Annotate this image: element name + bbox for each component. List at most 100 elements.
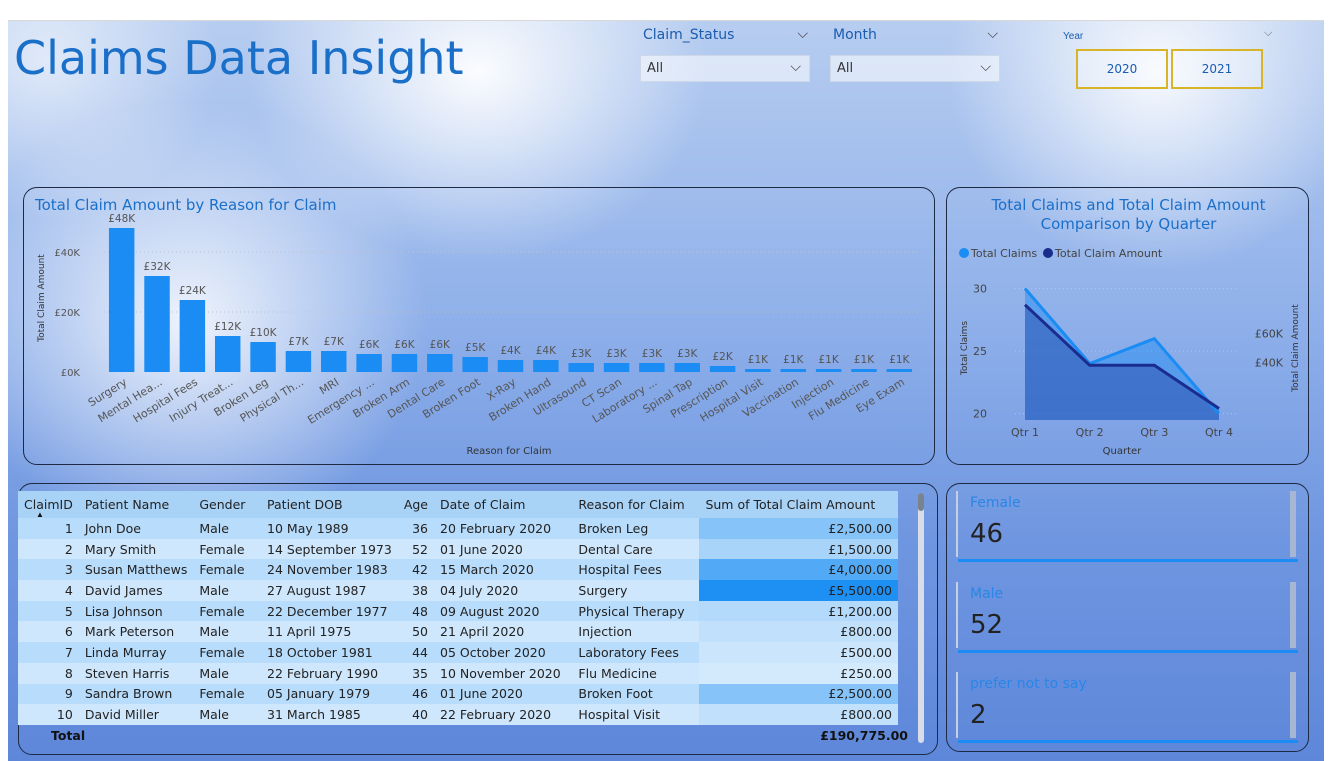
bar (250, 342, 276, 372)
bar (674, 363, 700, 372)
chevron-down-icon[interactable]: ⌵ (987, 25, 998, 42)
table-total-row: Total £190,775.00 (18, 725, 908, 747)
x-tick-label: Qtr 3 (1140, 426, 1168, 439)
table-cell: Lisa Johnson (78, 600, 194, 622)
table-cell: Mary Smith (78, 538, 194, 560)
chevron-down-icon[interactable]: ⌵ (1264, 27, 1272, 40)
month-slicer[interactable]: Month ⌵ All ⌵ (830, 25, 1000, 85)
column-header[interactable]: Reason for Claim (572, 491, 700, 518)
bar-data-label: £48K (108, 213, 136, 225)
bar (285, 351, 312, 372)
table-row[interactable]: 3 Susan Matthews Female 24 November 1983 42 1… (18, 559, 898, 581)
table-cell: Mark Peterson (78, 621, 194, 643)
table-row[interactable]: 7 Linda Murray Female 18 October 1981 44 05 O… (18, 642, 898, 663)
report-canvas: Claims Data Insight Claim_Status ⌵ All ⌵… (8, 20, 1324, 761)
table-row[interactable]: 2 Mary Smith Female 14 September 1973 52 01 J… (18, 538, 898, 560)
y-tick-label: £20K (54, 308, 80, 319)
bar (533, 360, 559, 372)
card-value: 46 (970, 519, 1004, 549)
table-cell: 4 (18, 580, 79, 601)
card-divider (956, 582, 958, 648)
column-header[interactable]: Patient DOB (261, 491, 398, 518)
table-cell: 24 November 1983 (261, 559, 398, 581)
table-cell: 42 (397, 559, 434, 581)
table-cell: £2,500.00 (699, 683, 898, 705)
table-row[interactable]: 9 Sandra Brown Female 05 January 1979 46 01 J… (18, 683, 898, 705)
table-cell: 31 March 1985 (261, 704, 398, 725)
sort-ascending-icon[interactable]: ▲ (36, 510, 44, 519)
table-scroll-thumb[interactable] (918, 493, 924, 511)
legend-marker (1043, 248, 1053, 258)
table-cell: Susan Matthews (78, 559, 194, 581)
table-cell: Steven Harris (78, 662, 194, 684)
year-label: Year (1063, 31, 1084, 42)
table-cell: Female (193, 600, 262, 622)
card-value: 2 (970, 700, 987, 730)
y-tick-label: 20 (973, 408, 987, 421)
table-scrollbar[interactable] (918, 493, 924, 743)
table-row[interactable]: 10 David Miller Male 31 March 1985 40 22 Febr… (18, 704, 898, 725)
table-cell: Female (193, 683, 262, 705)
table-cell: 5 (18, 600, 79, 622)
year-2021-button[interactable]: 2021 (1171, 49, 1263, 89)
claim-status-dropdown[interactable]: All ⌵ (640, 55, 810, 82)
y-axis-label: Total Claims (960, 321, 970, 376)
bar (745, 369, 771, 372)
table-cell: 18 October 1981 (261, 642, 398, 663)
bar (886, 369, 913, 372)
claim-status-slicer[interactable]: Claim_Status ⌵ All ⌵ (640, 25, 810, 85)
month-dropdown[interactable]: All ⌵ (830, 55, 1000, 82)
chevron-down-icon[interactable]: ⌵ (797, 25, 808, 42)
bar (356, 354, 382, 372)
card-divider (956, 672, 958, 738)
table-cell: £1,200.00 (699, 600, 898, 622)
column-header[interactable]: ClaimID (18, 491, 79, 518)
bar (815, 369, 842, 372)
column-header[interactable]: Gender (193, 491, 262, 518)
bar (709, 366, 736, 372)
bar (780, 369, 807, 372)
total-value: £190,775.00 (820, 728, 908, 743)
y-tick-label: 30 (973, 283, 987, 296)
table-cell: £2,500.00 (699, 518, 898, 539)
total-label: Total (51, 728, 86, 743)
card-label: Male (970, 586, 1004, 602)
column-header[interactable]: Date of Claim (434, 491, 573, 518)
x-tick-label: Qtr 1 (1011, 426, 1039, 439)
table-cell: Linda Murray (78, 642, 194, 663)
bar-data-label: £6K (359, 339, 380, 351)
table-cell: Male (193, 580, 262, 601)
card-underline (958, 559, 1298, 562)
table-cell: 35 (397, 662, 434, 684)
table-cell: 6 (18, 621, 79, 643)
table-cell: Broken Leg (572, 518, 700, 539)
table-cell: Female (193, 538, 262, 560)
table-cell: 11 April 1975 (261, 621, 398, 643)
table-cell: John Doe (78, 518, 194, 539)
table-cell: £250.00 (699, 662, 898, 684)
table-cell: Sandra Brown (78, 683, 194, 705)
table-cell: £4,000.00 (699, 559, 898, 581)
table-row[interactable]: 4 David James Male 27 August 1987 38 04 July … (18, 580, 898, 601)
x-axis-label: Reason for Claim (467, 446, 552, 457)
column-header[interactable]: Patient Name (78, 491, 194, 518)
bar-data-label: £32K (144, 261, 172, 273)
column-header[interactable]: Age (397, 491, 434, 518)
claims-table[interactable]: ClaimID Patient Name Gender Patient DOB Age D… (18, 491, 898, 746)
column-header[interactable]: Sum of Total Claim Amount (699, 491, 898, 518)
card-label: prefer not to say (970, 676, 1087, 692)
table-row[interactable]: 1 John Doe Male 10 May 1989 36 20 February 20… (18, 518, 898, 539)
table-cell: Physical Therapy (572, 600, 700, 622)
year-2020-button[interactable]: 2020 (1076, 49, 1168, 89)
x-tick-label: Qtr 2 (1076, 426, 1104, 439)
bar-data-label: £3K (642, 348, 663, 360)
table-cell: 10 November 2020 (434, 662, 573, 684)
bar-chart-panel: Total Claim Amount by Reason for Claim £… (23, 187, 935, 465)
table-row[interactable]: 8 Steven Harris Male 22 February 1990 35 10 N… (18, 662, 898, 684)
table-cell: 10 (18, 704, 79, 725)
table-row[interactable]: 5 Lisa Johnson Female 22 December 1977 48 09 … (18, 600, 898, 622)
table-cell: 05 October 2020 (434, 642, 573, 663)
bar (321, 351, 347, 372)
bar (462, 357, 488, 372)
table-row[interactable]: 6 Mark Peterson Male 11 April 1975 50 21 Apri… (18, 621, 898, 643)
